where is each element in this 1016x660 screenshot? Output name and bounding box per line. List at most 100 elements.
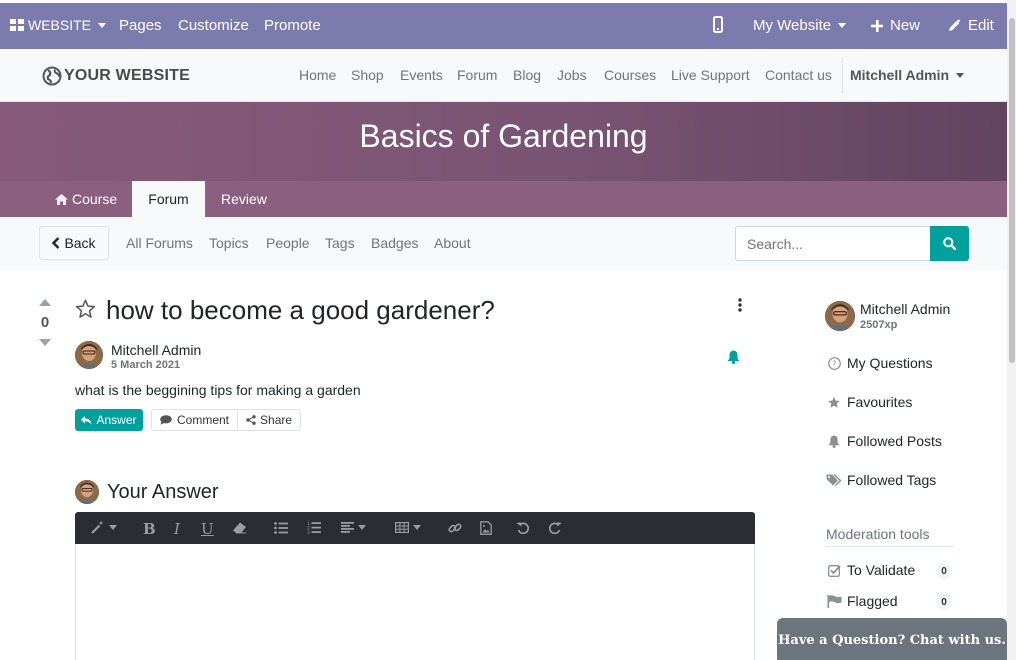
forum-search-input[interactable] [735,226,931,261]
livechat-button[interactable]: Have a Question? Chat with us. [777,618,1007,660]
pages-menu[interactable]: Pages [119,17,162,34]
question-body: what is the beggining tips for making a … [75,382,361,398]
editor-toolbar: B I U 123 [75,512,755,544]
customize-menu[interactable]: Customize [178,17,249,34]
magic-wand-icon[interactable] [91,520,117,534]
follow-bell-icon[interactable] [727,350,740,364]
upvote-button[interactable] [39,299,51,306]
forum-nav-people[interactable]: People [266,235,310,251]
sidebar-user-name[interactable]: Mitchell Admin [860,301,950,317]
align-icon[interactable] [341,522,366,533]
comment-label: Comment [177,413,230,427]
chevron-down-icon [358,525,366,530]
eraser-icon[interactable] [232,522,247,534]
nav-blog[interactable]: Blog [513,67,541,83]
chevron-down-icon [109,524,117,530]
italic-icon[interactable]: I [174,520,180,538]
forum-nav-topics[interactable]: Topics [209,235,249,251]
current-user-avatar [75,480,99,504]
nav-contact-us[interactable]: Contact us [765,67,832,83]
question-title: how to become a good gardener? [106,295,495,325]
user-menu[interactable]: Mitchell Admin [850,67,965,83]
website-logo[interactable]: YOUR WEBSITE [42,66,190,86]
link-icon[interactable] [448,521,462,535]
unordered-list-icon[interactable] [274,522,288,534]
answer-label: Answer [96,413,137,427]
moderation-item-to-validate[interactable]: To Validate [826,562,915,578]
home-icon [55,193,68,205]
search-button[interactable] [930,226,969,261]
page-scrollbar-thumb[interactable] [1009,18,1015,363]
nav-live-support[interactable]: Live Support [671,67,750,83]
table-icon[interactable] [395,522,421,533]
to-validate-count-badge: 0 [936,563,952,579]
forum-nav-badges[interactable]: Badges [371,235,418,251]
mobile-preview-button[interactable] [713,16,723,33]
tab-review[interactable]: Review [205,181,283,217]
svg-text:3: 3 [307,530,310,534]
forum-nav-all-forums[interactable]: All Forums [126,235,193,251]
answer-button[interactable]: Answer [75,409,143,431]
admin-top-bar: WEBSITE Pages Customize Promote My Websi… [0,3,1007,49]
moderation-item-label: To Validate [847,562,916,578]
new-content-button[interactable]: New [871,17,920,34]
course-tab-bar: Course Forum Review [0,181,1007,217]
website-header: YOUR WEBSITE Home Shop Events Forum Blog… [0,49,1007,102]
mobile-phone-icon [713,16,723,33]
sidebar-item-favourites[interactable]: Favourites [826,394,912,410]
website-app-menu[interactable]: WEBSITE [10,17,107,33]
nav-events[interactable]: Events [400,67,443,83]
moderation-item-flagged[interactable]: Flagged [826,593,898,609]
downvote-button[interactable] [39,339,51,346]
chevron-down-icon [98,22,107,28]
redo-icon[interactable] [549,521,562,534]
chevron-down-icon [838,23,847,28]
author-name[interactable]: Mitchell Admin [111,342,201,358]
sidebar-item-followed-posts[interactable]: Followed Posts [826,433,942,449]
new-label: New [890,17,921,34]
flagged-count-badge: 0 [936,594,952,610]
back-label: Back [64,235,96,251]
bold-icon[interactable]: B [143,520,156,538]
underline-icon[interactable]: U [201,520,214,538]
plus-icon [871,19,883,32]
post-actions-group: Comment Share [151,409,302,431]
forum-nav-about[interactable]: About [434,235,471,251]
tags-icon [826,473,842,487]
nav-courses[interactable]: Courses [604,67,656,83]
edit-label: Edit [968,17,994,34]
comment-button[interactable]: Comment [152,410,237,430]
nav-shop[interactable]: Shop [351,67,384,83]
back-button[interactable]: Back [39,226,109,260]
ordered-list-icon[interactable]: 123 [307,521,321,534]
image-icon[interactable] [480,521,492,535]
sidebar-item-followed-tags[interactable]: Followed Tags [826,472,936,488]
share-button[interactable]: Share [237,410,300,430]
comment-icon [160,415,172,425]
undo-icon[interactable] [516,521,529,534]
question-circle-icon: ? [826,356,842,370]
sidebar-user-avatar [825,301,855,331]
tab-course[interactable]: Course [39,181,133,217]
logo-text: YOUR WEBSITE [64,67,190,84]
favourite-star-icon[interactable] [75,299,96,319]
promote-menu[interactable]: Promote [264,17,321,34]
reply-icon [81,415,92,425]
forum-nav-tags[interactable]: Tags [325,235,355,251]
edit-page-button[interactable]: Edit [948,17,994,34]
svg-text:?: ? [832,359,836,368]
nav-jobs[interactable]: Jobs [557,67,587,83]
tab-forum[interactable]: Forum [132,181,205,217]
share-label: Share [260,413,293,427]
nav-home[interactable]: Home [299,67,336,83]
nav-forum[interactable]: Forum [457,67,497,83]
forum-navbar: Back All Forums Topics People Tags Badge… [0,217,1007,270]
sidebar-item-my-questions[interactable]: ? My Questions [826,355,933,371]
pencil-icon [948,19,961,32]
share-icon [246,415,256,425]
more-options-icon[interactable] [738,298,742,312]
check-square-icon [826,564,842,577]
my-website-switcher[interactable]: My Website [753,17,847,34]
website-menu-label: WEBSITE [28,17,92,33]
answer-editor-area[interactable] [75,544,755,660]
